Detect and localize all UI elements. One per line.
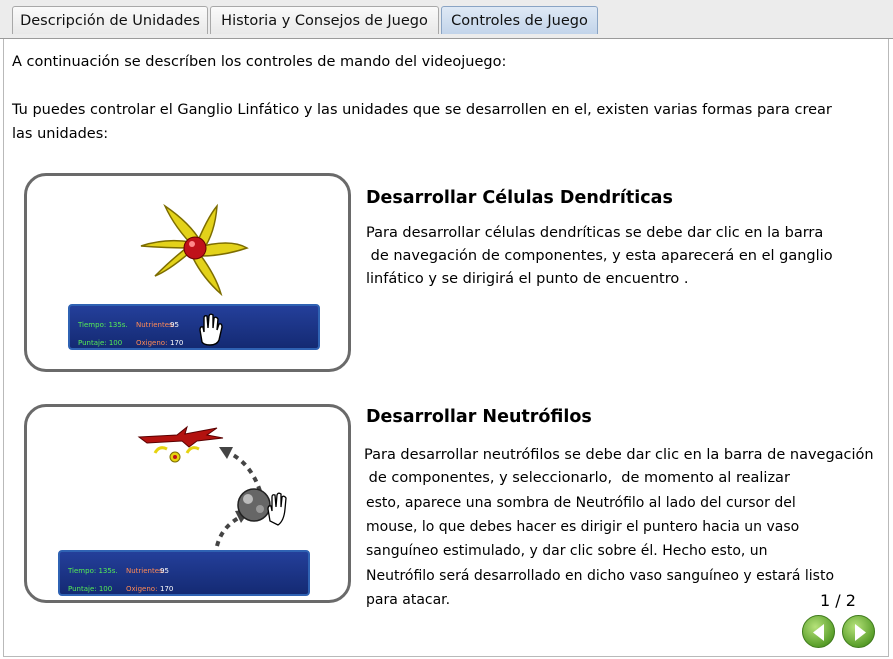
- section-text-neutrophil-line-5: sanguíneo estimulado, y dar clic sobre é…: [366, 543, 768, 559]
- hud-oxigeno-value: 170: [170, 339, 184, 347]
- hud-tiempo: Tiempo: 135s.: [68, 567, 118, 575]
- hud-oxigeno: Oxigeno:: [126, 585, 158, 593]
- page-indicator: 1 / 2: [820, 591, 856, 610]
- section-text-neutrophil-line-4: mouse, lo que debes hacer es dirigir el …: [366, 519, 800, 535]
- neutrophil-icon: [137, 425, 224, 463]
- hud-puntaje: Puntaje: 100: [78, 339, 123, 347]
- tab-historia-consejos[interactable]: Historia y Consejos de Juego: [210, 6, 439, 34]
- hud-puntaje: Puntaje: 100: [68, 585, 113, 593]
- intro-line-1: A continuación se descríben los controle…: [12, 54, 507, 70]
- prev-page-button[interactable]: [802, 615, 835, 648]
- section-text-neutrophil-line-3: esto, aparece una sombra de Neutrófilo a…: [366, 495, 796, 511]
- hand-cursor-icon: [199, 313, 223, 346]
- dendritic-cell-icon: [140, 203, 249, 297]
- tab-bar: Descripción de Unidades Historia y Conse…: [0, 0, 893, 39]
- section-text-neutrophil-line-1: Para desarrollar neutrófilos se debe dar…: [364, 447, 874, 463]
- hud-tiempo: Tiempo: 135s.: [78, 321, 128, 329]
- arrow-left-icon: [813, 624, 824, 641]
- game-hud-bar: Tiempo: 135s. Puntaje: 100 Nutrientes: 9…: [68, 304, 320, 350]
- section-text-neutrophil-line-6: Neutrófilo será desarrollado en dicho va…: [366, 568, 835, 584]
- intro-line-3: las unidades:: [12, 126, 109, 142]
- hud-nutrientes-value: 95: [170, 321, 179, 329]
- game-hud-bar: Tiempo: 135s. Puntaje: 100 Nutrientes: 9…: [58, 550, 310, 596]
- dendritic-cell-illustration: Tiempo: 135s. Puntaje: 100 Nutrientes: 9…: [24, 173, 351, 372]
- section-text-dendritic-line-3: linfático y se dirigirá el punto de encu…: [366, 271, 689, 287]
- hud-oxigeno: Oxigeno:: [136, 339, 168, 347]
- section-text-dendritic-line-1: Para desarrollar células dendríticas se …: [366, 225, 824, 241]
- section-text-neutrophil-line-2: de componentes, y seleccionarlo, de mome…: [364, 470, 790, 486]
- next-page-button[interactable]: [842, 615, 875, 648]
- neutrophil-shadow-icon: [237, 488, 287, 526]
- section-text-dendritic-line-2: de navegación de componentes, y esta apa…: [366, 248, 833, 264]
- hud-nutrientes-value: 95: [160, 567, 169, 575]
- hud-oxigeno-value: 170: [160, 585, 174, 593]
- arrow-right-icon: [855, 624, 866, 641]
- section-text-neutrophil-line-7: para atacar.: [366, 592, 451, 608]
- tab-descripcion-unidades[interactable]: Descripción de Unidades: [12, 6, 208, 34]
- tab-controles-juego[interactable]: Controles de Juego: [441, 6, 598, 34]
- section-title-neutrophil: Desarrollar Neutrófilos: [366, 407, 592, 427]
- neutrophil-illustration: Tiempo: 135s. Puntaje: 100 Nutrientes: 9…: [24, 404, 351, 603]
- intro-line-2: Tu puedes controlar el Ganglio Linfático…: [12, 102, 832, 118]
- section-title-dendritic: Desarrollar Células Dendríticas: [366, 188, 673, 208]
